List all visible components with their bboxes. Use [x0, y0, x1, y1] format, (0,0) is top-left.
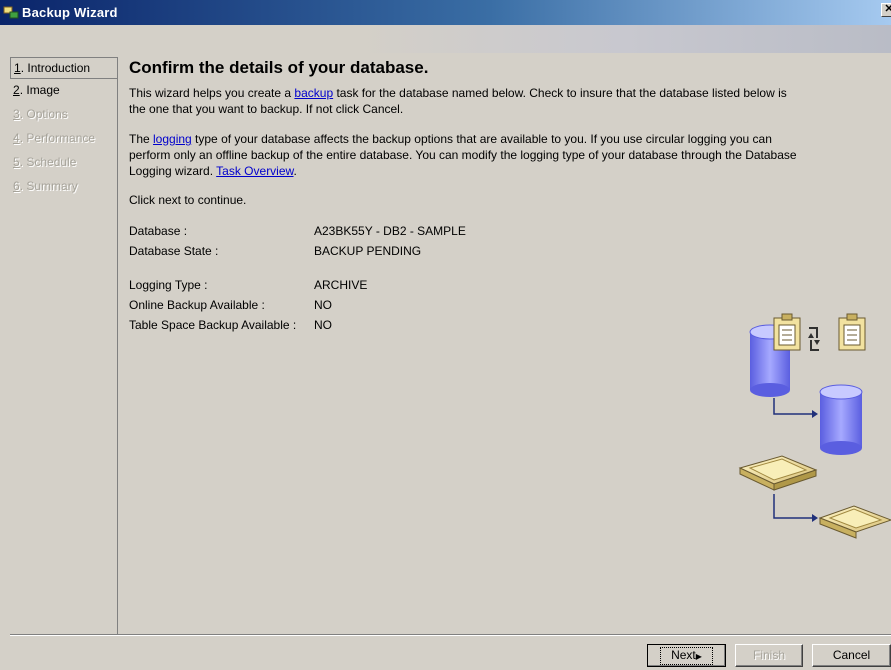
- finish-button: Finish: [735, 644, 803, 667]
- step-performance-number: 4: [13, 131, 20, 145]
- step-schedule: 5. Schedule: [10, 151, 117, 175]
- step-performance-label: . Performance: [19, 131, 96, 145]
- logging-text-before: The: [129, 132, 154, 146]
- step-schedule-number: 5: [13, 155, 20, 169]
- button-bar-separator: [10, 634, 891, 636]
- online-backup-label: Online Backup Available :: [129, 298, 265, 312]
- intro-text-before: This wizard helps you create a: [129, 86, 295, 100]
- next-arrow-icon: ▶: [695, 652, 702, 661]
- step-introduction-label: . Introduction: [20, 61, 91, 75]
- logging-type-label: Logging Type :: [129, 278, 208, 292]
- database-state-label: Database State :: [129, 244, 219, 258]
- detail-row-database: Database : A23BK55Y - DB2 - SAMPLE: [129, 221, 891, 241]
- wizard-banner: [0, 25, 891, 53]
- close-icon[interactable]: ✕: [881, 3, 891, 17]
- step-image-number: 2: [13, 83, 20, 97]
- database-state-value: BACKUP PENDING: [314, 244, 422, 258]
- step-performance: 4. Performance: [10, 127, 117, 151]
- next-button-label: Next: [671, 648, 696, 662]
- backup-wizard-app-icon: [3, 4, 19, 20]
- title-bar: Backup Wizard ✕: [0, 0, 891, 25]
- clipboard-icon: [838, 313, 866, 351]
- logging-text-end: .: [293, 164, 297, 178]
- clipboard-icon: [773, 313, 801, 351]
- detail-row-logging-type: Logging Type : ARCHIVE: [129, 275, 891, 295]
- tablespace-backup-label: Table Space Backup Available :: [129, 318, 297, 332]
- logging-link[interactable]: logging: [153, 132, 192, 146]
- window-title: Backup Wizard: [22, 5, 118, 20]
- logging-text-line3: Logging wizard.: [129, 164, 217, 178]
- next-button[interactable]: Next▶: [647, 644, 726, 667]
- sync-arrows-icon: [808, 327, 820, 351]
- tablespace-backup-value: NO: [314, 318, 332, 332]
- step-image-label: . Image: [19, 83, 60, 97]
- step-introduction-number: 1: [14, 61, 21, 75]
- task-overview-link[interactable]: Task Overview: [216, 164, 293, 178]
- step-image[interactable]: 2. Image: [10, 79, 117, 103]
- logging-paragraph: The logging type of your database affect…: [129, 131, 891, 179]
- logging-text-after: type of your database affects the backup…: [191, 132, 772, 146]
- backup-illustration: [736, 310, 891, 550]
- logging-type-value: ARCHIVE: [314, 278, 368, 292]
- step-summary-number: 6: [13, 179, 20, 193]
- step-summary-label: . Summary: [19, 179, 78, 193]
- database-label: Database :: [129, 224, 188, 238]
- page-heading: Confirm the details of your database.: [129, 58, 429, 77]
- detail-row-database-state: Database State : BACKUP PENDING: [129, 241, 891, 261]
- step-options: 3. Options: [10, 103, 117, 127]
- step-navigation: 1. Introduction 2. Image 3. Options 4. P…: [10, 57, 118, 635]
- logging-text-line2: perform only an offline backup of the en…: [129, 148, 797, 162]
- step-options-number: 3: [13, 107, 20, 121]
- backup-link[interactable]: backup: [294, 86, 333, 100]
- continue-instruction: Click next to continue.: [129, 193, 247, 207]
- database-value: A23BK55Y - DB2 - SAMPLE: [314, 224, 466, 238]
- intro-text-after: task for the database named below. Check…: [333, 86, 787, 100]
- backup-media-tray-icon: [738, 455, 818, 491]
- step-introduction[interactable]: 1. Introduction: [10, 57, 118, 79]
- backup-database-icon: [819, 384, 863, 455]
- cancel-button[interactable]: Cancel: [812, 644, 891, 667]
- step-options-label: . Options: [19, 107, 68, 121]
- backup-media-tray-icon: [818, 505, 891, 539]
- step-schedule-label: . Schedule: [19, 155, 77, 169]
- online-backup-value: NO: [314, 298, 332, 312]
- intro-paragraph: This wizard helps you create a backup ta…: [129, 85, 891, 117]
- intro-text-line2: the one that you want to backup. If not …: [129, 102, 404, 116]
- step-summary: 6. Summary: [10, 175, 117, 199]
